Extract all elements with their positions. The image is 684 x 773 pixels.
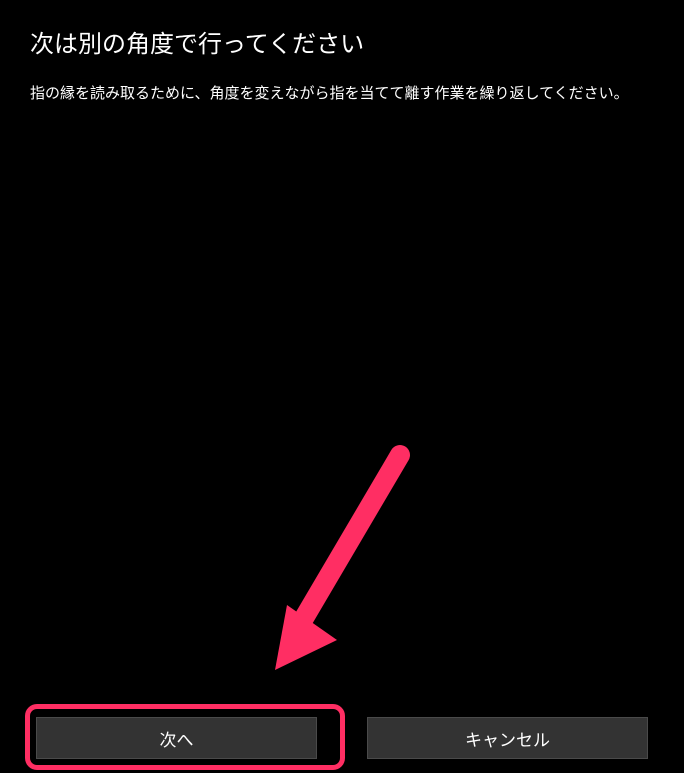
dialog-description: 指の縁を読み取るために、角度を変えながら指を当てて離す作業を繰り返してください。 [30,82,654,106]
cancel-button[interactable]: キャンセル [367,717,648,759]
cancel-button-label: キャンセル [465,726,550,751]
dialog-content: 次は別の角度で行ってください 指の縁を読み取るために、角度を変えながら指を当てて… [0,0,684,106]
next-button[interactable]: 次へ [36,717,317,759]
arrow-annotation-icon [245,440,425,680]
next-button-label: 次へ [160,726,194,751]
dialog-title: 次は別の角度で行ってください [30,28,654,62]
button-row: 次へ キャンセル [0,717,684,759]
